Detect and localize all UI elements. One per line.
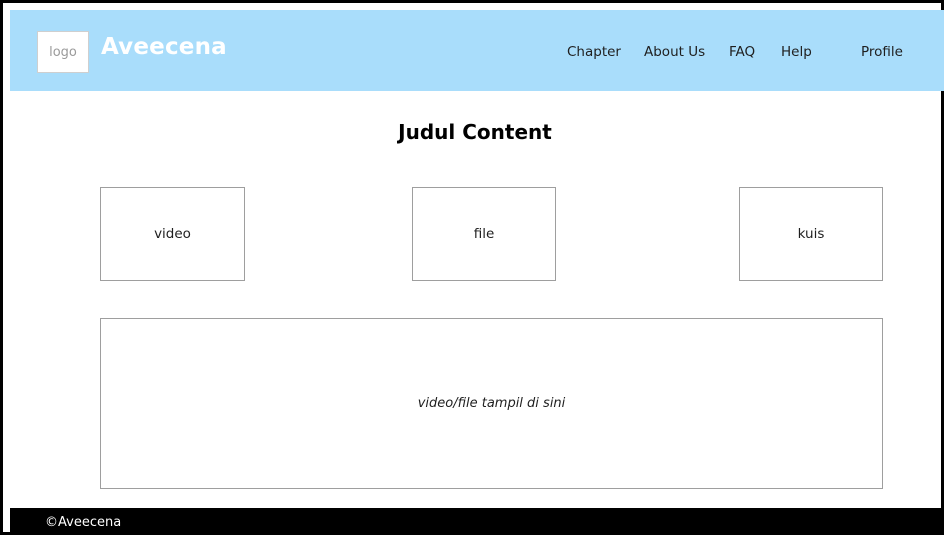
brand-name[interactable]: Aveecena [101,32,227,62]
content-title: Judul Content [398,120,552,144]
page-frame: logo Aveecena Chapter About Us FAQ Help … [0,0,944,535]
nav-link-faq[interactable]: FAQ [729,43,755,61]
nav-link-help[interactable]: Help [781,43,812,61]
footer-copyright: ©Aveecena [45,515,122,530]
nav-link-about-us[interactable]: About Us [644,43,705,61]
footer: ©Aveecena [10,508,944,535]
media-display-placeholder: video/file tampil di sini [417,396,566,411]
navbar: logo Aveecena Chapter About Us FAQ Help … [10,10,944,91]
logo-placeholder-text: logo [49,44,77,60]
media-display-area: video/file tampil di sini [100,318,883,489]
video-card-label: video [154,226,191,242]
logo[interactable]: logo [37,31,89,73]
file-card-button[interactable]: file [412,187,556,281]
kuis-card-button[interactable]: kuis [739,187,883,281]
nav-link-chapter[interactable]: Chapter [567,43,621,61]
video-card-button[interactable]: video [100,187,245,281]
kuis-card-label: kuis [797,226,825,242]
file-card-label: file [473,226,495,242]
nav-link-profile[interactable]: Profile [861,43,903,61]
